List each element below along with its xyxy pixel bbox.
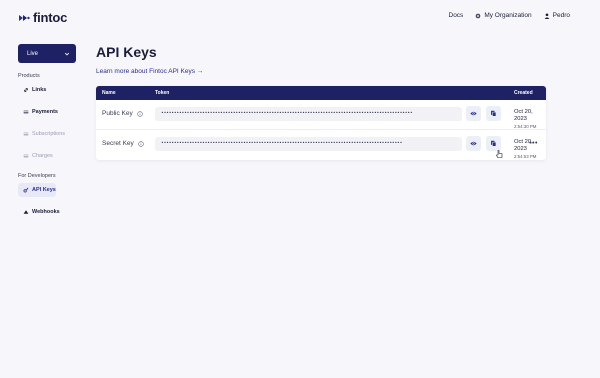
top-bar: fintoc Docs My Organization Pedro bbox=[0, 0, 600, 34]
user-icon bbox=[544, 12, 550, 19]
learn-more-link[interactable]: Learn more about Fintoc API Keys → bbox=[96, 68, 203, 75]
chevron-down-icon bbox=[64, 52, 70, 55]
token-field[interactable]: ••••••••••••••••••••••••••••••••••••••••… bbox=[155, 137, 462, 151]
developers-section-label: For Developers bbox=[18, 173, 56, 179]
webhook-icon bbox=[23, 210, 29, 214]
table-row: Secret Key •••••••••••••••••••••••••••••… bbox=[96, 130, 546, 160]
key-name-cell: Secret Key bbox=[102, 140, 144, 147]
gear-icon bbox=[476, 13, 481, 18]
sidebar-item-payments[interactable]: Payments bbox=[18, 105, 78, 119]
reveal-token-button[interactable] bbox=[466, 106, 481, 121]
sidebar: Live Products Links Payments Subscriptio… bbox=[18, 44, 78, 227]
copy-icon bbox=[491, 110, 497, 117]
fintoc-logo-icon bbox=[19, 14, 30, 21]
charges-icon bbox=[23, 154, 29, 158]
created-time: 2:54:53 PM bbox=[514, 154, 537, 159]
token-field[interactable]: ••••••••••••••••••••••••••••••••••••••••… bbox=[155, 107, 462, 121]
payments-icon bbox=[23, 110, 29, 114]
user-name: Pedro bbox=[552, 12, 570, 19]
key-name-cell: Public Key bbox=[102, 110, 143, 117]
docs-link[interactable]: Docs bbox=[449, 12, 464, 19]
info-icon[interactable] bbox=[137, 110, 143, 117]
link-icon bbox=[24, 88, 28, 92]
organization-label: My Organization bbox=[484, 12, 532, 19]
sidebar-item-label: Subscriptions bbox=[32, 131, 66, 137]
brand-logo[interactable]: fintoc bbox=[18, 10, 67, 25]
column-header-name: Name bbox=[102, 90, 116, 96]
sidebar-item-label: Webhooks bbox=[32, 209, 60, 215]
copy-token-button[interactable] bbox=[486, 106, 501, 121]
column-header-token: Token bbox=[155, 90, 170, 96]
sidebar-item-api-keys[interactable]: API Keys bbox=[18, 183, 56, 197]
sidebar-item-subscriptions[interactable]: Subscriptions bbox=[18, 127, 78, 141]
environment-label: Live bbox=[27, 50, 39, 57]
created-time: 2:54:30 PM bbox=[514, 124, 537, 129]
sidebar-item-label: Payments bbox=[32, 109, 58, 115]
copy-icon bbox=[491, 140, 497, 147]
key-icon bbox=[23, 187, 29, 193]
sidebar-item-label: Charges bbox=[32, 153, 53, 159]
products-section-label: Products bbox=[18, 73, 40, 79]
sidebar-item-label: API Keys bbox=[32, 187, 56, 193]
more-options-button[interactable]: ••• bbox=[529, 140, 538, 147]
sidebar-item-links[interactable]: Links bbox=[18, 83, 78, 97]
eye-icon bbox=[470, 111, 477, 116]
subscriptions-icon bbox=[23, 132, 29, 136]
sidebar-item-charges[interactable]: Charges bbox=[18, 149, 78, 163]
environment-select[interactable]: Live bbox=[18, 44, 76, 63]
organization-menu[interactable]: My Organization bbox=[475, 12, 532, 19]
brand-name: fintoc bbox=[33, 10, 68, 25]
page-title: API Keys bbox=[96, 44, 157, 60]
copy-token-button[interactable] bbox=[486, 136, 501, 151]
sidebar-item-webhooks[interactable]: Webhooks bbox=[18, 205, 78, 219]
user-menu[interactable]: Pedro bbox=[544, 12, 570, 19]
hand-cursor-icon bbox=[496, 150, 503, 158]
created-cell: Oct 20, 2023 2:54:30 PM bbox=[514, 109, 546, 130]
sidebar-item-label: Links bbox=[32, 87, 47, 93]
table-row: Public Key •••••••••••••••••••••••••••••… bbox=[96, 100, 546, 130]
column-header-created: Created bbox=[514, 90, 533, 96]
key-name: Secret Key bbox=[102, 140, 134, 147]
info-icon[interactable] bbox=[138, 140, 144, 147]
created-date: Oct 20, 2023 bbox=[514, 109, 533, 122]
main-content: API Keys Learn more about Fintoc API Key… bbox=[96, 44, 546, 160]
reveal-token-button[interactable] bbox=[466, 136, 481, 151]
top-nav: Docs My Organization Pedro bbox=[449, 12, 571, 19]
table-header: Name Token Created bbox=[96, 86, 546, 100]
eye-icon bbox=[470, 141, 477, 146]
api-keys-table: Name Token Created Public Key ••••••••••… bbox=[96, 86, 546, 160]
key-name: Public Key bbox=[102, 110, 133, 117]
